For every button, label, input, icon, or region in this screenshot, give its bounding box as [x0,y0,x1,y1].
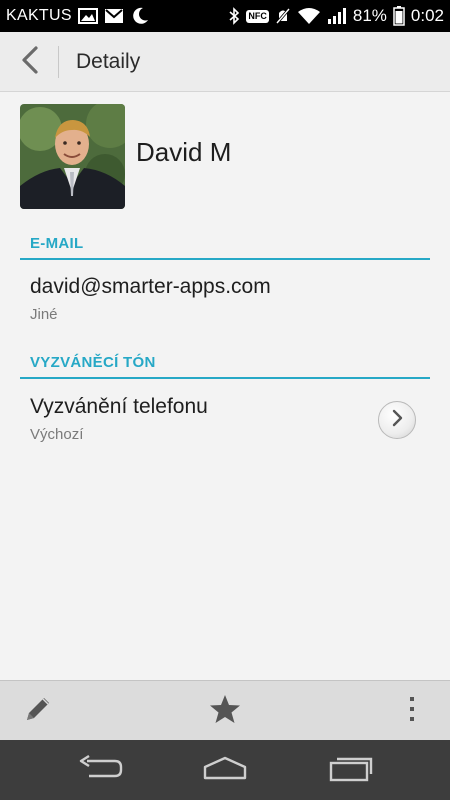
system-nav-bar [0,740,450,800]
mute-icon [275,7,291,25]
clock: 0:02 [410,6,444,25]
section-header-email: E-MAIL [20,226,430,260]
signal-icon [327,7,347,25]
favorite-button[interactable] [205,691,245,731]
status-bar: KAKTUS NFC 81% 0:02 [0,0,450,32]
battery-icon [393,6,405,26]
nav-recents-button[interactable] [320,750,380,790]
contact-detail: David M E-MAIL david@smarter-apps.com Ji… [0,93,450,680]
nav-home-button[interactable] [195,750,255,790]
section-title-ringtone: VYZVÁNĚCÍ TÓN [30,354,156,371]
chevron-left-icon [19,45,41,80]
contact-name: David M [136,137,232,167]
moon-icon [130,6,150,26]
more-vertical-icon [407,695,417,728]
more-options-button[interactable] [392,691,432,731]
battery-percent: 81% [352,6,387,25]
pencil-icon [22,693,54,730]
email-row[interactable]: david@smarter-apps.com Jiné [20,263,430,333]
chevron-right-icon [390,409,404,432]
ringtone-chevron-button[interactable] [378,401,416,439]
avatar[interactable] [20,104,125,209]
bluetooth-icon [228,7,240,25]
back-icon [77,754,123,786]
carrier-name: KAKTUS [6,7,72,24]
ringtone-row[interactable]: Vyzvánění telefonu Výchozí [20,383,430,455]
section-title-email: E-MAIL [30,235,84,252]
star-icon [209,693,241,730]
nfc-icon: NFC [246,9,269,23]
action-bar: Detaily [0,32,450,92]
email-type: Jiné [30,306,58,323]
section-header-ringtone: VYZVÁNĚCÍ TÓN [20,345,430,379]
action-bar-divider [58,46,59,78]
email-value: david@smarter-apps.com [30,275,271,298]
edit-button[interactable] [18,691,58,731]
mail-icon [104,8,124,24]
page-title: Detaily [76,50,141,73]
wifi-icon [297,7,321,25]
bottom-toolbar [0,680,450,740]
image-icon [77,8,98,24]
home-icon [201,755,249,786]
nav-back-button[interactable] [70,750,130,790]
ringtone-title: Vyzvánění telefonu [30,395,208,418]
recents-icon [327,754,373,787]
ringtone-value: Výchozí [30,426,84,443]
back-button[interactable] [10,42,50,82]
